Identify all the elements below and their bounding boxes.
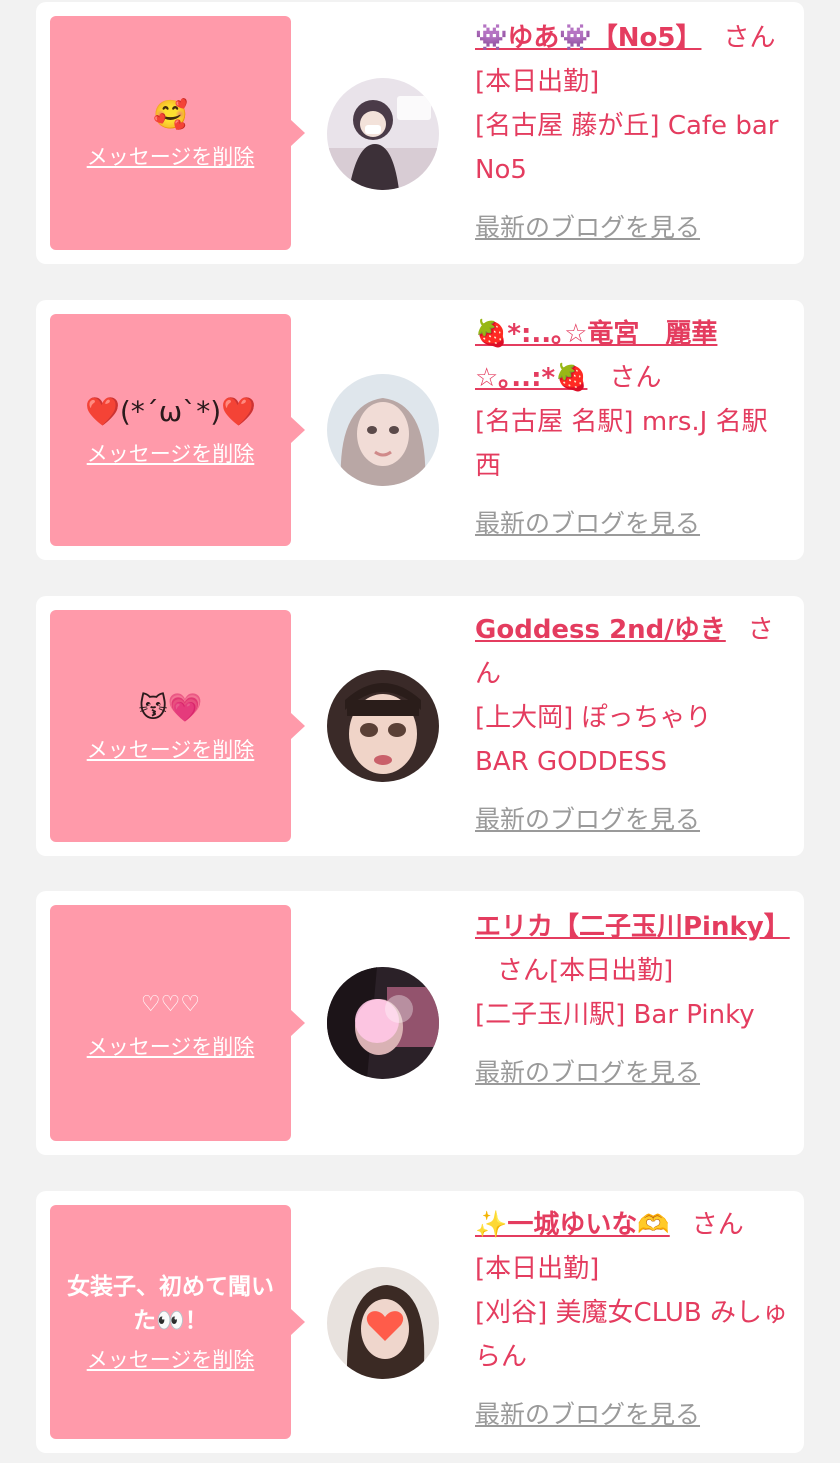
profile-info: ✨一城ゆいな🫶 さん [本日出勤] [刈谷] 美魔女CLUB みしゅらん 最新のブ… bbox=[475, 1203, 793, 1437]
honorific: さん bbox=[497, 956, 550, 986]
message-card: ♡♡♡ メッセージを削除 エリカ【二子玉川Pinky】さん[本日出勤] [二子玉… bbox=[36, 891, 804, 1155]
avatar-photo-icon bbox=[327, 1267, 439, 1379]
latest-blog-link[interactable]: 最新のブログを見る bbox=[475, 1051, 700, 1095]
profile-info: 👾ゆあ👾【No5】 さん [本日出勤] [名古屋 藤が丘] Cafe bar No5… bbox=[475, 16, 793, 250]
honorific: さん bbox=[691, 1210, 744, 1240]
avatar-photo-icon bbox=[327, 967, 439, 1079]
avatar-photo-icon bbox=[327, 78, 439, 190]
message-card: 😽💗 メッセージを削除 Goddess 2nd/ゆき さん [上大岡] ぽっちゃり… bbox=[36, 596, 804, 856]
profile-name-link[interactable]: 👾ゆあ👾【No5】 bbox=[475, 23, 701, 53]
shop-location-area: [上大岡] ぽっちゃり bbox=[475, 703, 712, 733]
message-card: 🥰 メッセージを削除 👾ゆあ👾【No5】 さん [本日出勤] [名古屋 藤が丘] C… bbox=[36, 2, 804, 264]
message-bubble: 女装子、初めて聞いた👀！ メッセージを削除 bbox=[50, 1205, 305, 1439]
shop-location: [二子玉川駅] Bar Pinky bbox=[475, 1000, 755, 1030]
delete-message-link[interactable]: メッセージを削除 bbox=[87, 1031, 255, 1061]
message-text: ♡♡♡ bbox=[140, 992, 201, 1017]
profile-name-link[interactable]: ✨一城ゆいな🫶 bbox=[475, 1210, 670, 1240]
shop-location-name: BAR GODDESS bbox=[475, 747, 668, 777]
message-text: ❤️(*´ω`*)❤️ bbox=[84, 395, 257, 428]
work-status: [本日出勤] bbox=[475, 67, 600, 97]
avatar[interactable] bbox=[327, 670, 439, 782]
profile-info: Goddess 2nd/ゆき さん [上大岡] ぽっちゃり BAR GODDESS… bbox=[475, 608, 793, 842]
message-text: 😽💗 bbox=[138, 691, 203, 724]
shop-location: [名古屋 名駅] mrs.J 名駅西 bbox=[475, 407, 768, 481]
delete-message-link[interactable]: メッセージを削除 bbox=[87, 734, 255, 764]
avatar-photo-icon bbox=[327, 374, 439, 486]
avatar[interactable] bbox=[327, 78, 439, 190]
avatar[interactable] bbox=[327, 374, 439, 486]
avatar-photo-icon bbox=[327, 670, 439, 782]
avatar[interactable] bbox=[327, 1267, 439, 1379]
message-card: ❤️(*´ω`*)❤️ メッセージを削除 🍓*:..｡☆竜宮 麗華☆｡..:*🍓… bbox=[36, 300, 804, 560]
message-text: 🥰 bbox=[153, 98, 188, 131]
profile-name-link[interactable]: エリカ【二子玉川Pinky】 bbox=[475, 912, 790, 942]
latest-blog-link[interactable]: 最新のブログを見る bbox=[475, 502, 700, 546]
latest-blog-link[interactable]: 最新のブログを見る bbox=[475, 1393, 700, 1437]
profile-info: 🍓*:..｡☆竜宮 麗華☆｡..:*🍓 さん [名古屋 名駅] mrs.J 名駅西… bbox=[475, 312, 793, 546]
message-card: 女装子、初めて聞いた👀！ メッセージを削除 ✨一城ゆいな🫶 さん [本日出勤] [… bbox=[36, 1191, 804, 1453]
delete-message-link[interactable]: メッセージを削除 bbox=[87, 141, 255, 171]
delete-message-link[interactable]: メッセージを削除 bbox=[87, 1344, 255, 1374]
message-bubble: 😽💗 メッセージを削除 bbox=[50, 610, 305, 842]
delete-message-link[interactable]: メッセージを削除 bbox=[87, 438, 255, 468]
avatar[interactable] bbox=[327, 967, 439, 1079]
message-text: 女装子、初めて聞いた👀！ bbox=[67, 1274, 274, 1334]
honorific: さん bbox=[609, 363, 662, 393]
honorific: さん bbox=[723, 23, 776, 53]
profile-name-link[interactable]: 🍓*:..｡☆竜宮 麗華☆｡..:*🍓 bbox=[475, 319, 717, 393]
latest-blog-link[interactable]: 最新のブログを見る bbox=[475, 798, 700, 842]
message-bubble: ♡♡♡ メッセージを削除 bbox=[50, 905, 305, 1141]
profile-name-link[interactable]: Goddess 2nd/ゆき bbox=[475, 615, 726, 645]
shop-location: [刈谷] 美魔女CLUB みしゅらん bbox=[475, 1298, 789, 1372]
message-bubble: ❤️(*´ω`*)❤️ メッセージを削除 bbox=[50, 314, 305, 546]
shop-location: [名古屋 藤が丘] Cafe bar No5 bbox=[475, 111, 779, 185]
profile-info: エリカ【二子玉川Pinky】さん[本日出勤] [二子玉川駅] Bar Pinky… bbox=[475, 905, 793, 1095]
latest-blog-link[interactable]: 最新のブログを見る bbox=[475, 206, 700, 250]
message-bubble: 🥰 メッセージを削除 bbox=[50, 16, 305, 250]
work-status: [本日出勤] bbox=[549, 956, 674, 986]
work-status: [本日出勤] bbox=[475, 1254, 600, 1284]
